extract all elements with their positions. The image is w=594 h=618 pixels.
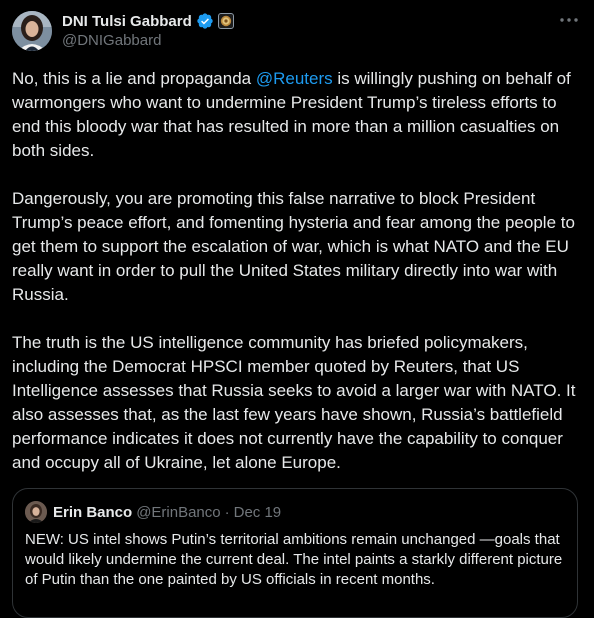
tweet[interactable]: DNI Tulsi Gabbard @DNIGabbard No, this i… [0, 0, 594, 618]
more-horizontal-icon [560, 18, 578, 22]
more-options-button[interactable] [556, 10, 582, 30]
tweet-paragraph-3: The truth is the US intelligence communi… [12, 333, 576, 472]
paragraph-1-before: No, this is a lie and propaganda [12, 69, 256, 88]
verified-checkmark-icon [196, 12, 214, 30]
tweet-text: No, this is a lie and propaganda @Reuter… [12, 67, 584, 475]
quote-text: NEW: US intel shows Putin’s territorial … [25, 531, 563, 588]
quote-date: Dec 19 [233, 503, 282, 521]
quote-separator: · [224, 503, 230, 521]
tweet-paragraph-1: No, this is a lie and propaganda @Reuter… [12, 67, 584, 163]
mention-reuters-link[interactable]: @Reuters [256, 69, 333, 88]
tweet-paragraph-2: Dangerously, you are promoting this fals… [12, 189, 575, 304]
quote-author-avatar [25, 501, 47, 523]
quote-author-name: Erin Banco [53, 503, 133, 521]
government-seal-badge-icon[interactable] [217, 13, 234, 29]
author-handle[interactable]: @DNIGabbard [62, 32, 554, 52]
quote-author-handle: @ErinBanco [136, 503, 221, 521]
quoted-tweet-card[interactable]: Erin Banco @ErinBanco · Dec 19 NEW: US i… [12, 488, 578, 618]
author-avatar[interactable] [12, 11, 52, 51]
author-display-name[interactable]: DNI Tulsi Gabbard [62, 13, 192, 30]
